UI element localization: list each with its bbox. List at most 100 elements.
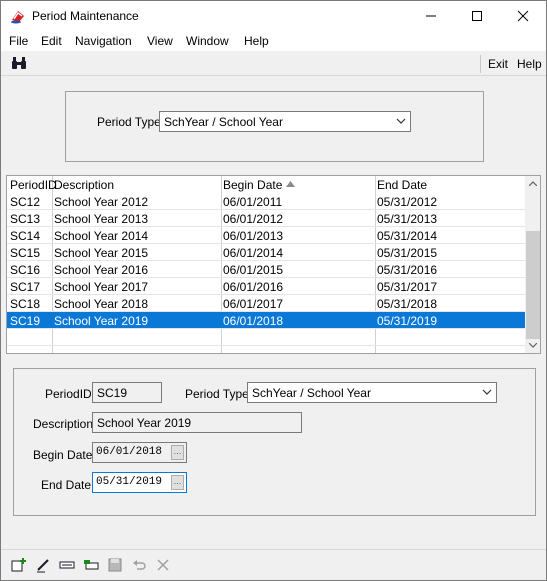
cell-periodid: SC12: [10, 195, 41, 209]
menu-file[interactable]: File: [9, 34, 28, 48]
begin-date-field[interactable]: 06/01/2018 ...: [92, 442, 187, 463]
cell-description: School Year 2012: [54, 195, 149, 209]
edit-pencil-icon[interactable]: [35, 557, 51, 573]
table-row[interactable]: SC13 School Year 2013 06/01/2012 05/31/2…: [7, 210, 525, 227]
cell-description: School Year 2019: [54, 314, 149, 328]
period-type-value: SchYear / School Year: [252, 386, 371, 400]
cell-description: School Year 2018: [54, 297, 149, 311]
header-end-date[interactable]: End Date: [377, 178, 427, 192]
table-row[interactable]: SC17 School Year 2017 06/01/2016 05/31/2…: [7, 278, 525, 295]
chevron-down-icon: [482, 389, 492, 395]
list-view-icon[interactable]: [59, 557, 75, 573]
copy-record-icon[interactable]: [83, 557, 99, 573]
cell-begin-date: 06/01/2011: [223, 195, 283, 209]
cell-periodid: SC13: [10, 212, 41, 226]
cell-end-date: 05/31/2017: [377, 280, 438, 294]
period-type-select[interactable]: SchYear / School Year: [247, 382, 497, 403]
title-bar: Period Maintenance: [1, 1, 546, 31]
menu-view[interactable]: View: [147, 34, 173, 48]
periods-grid: PeriodID Description Begin Date End Date…: [6, 175, 541, 354]
binoculars-icon[interactable]: [11, 56, 27, 70]
end-date-label: End Date:: [41, 478, 95, 492]
cell-begin-date: 06/01/2014: [223, 246, 284, 260]
maximize-button[interactable]: [454, 1, 500, 31]
period-type-filter-value: SchYear / School Year: [164, 115, 283, 129]
cell-end-date: 05/31/2014: [377, 229, 438, 243]
header-begin-date[interactable]: Begin Date: [223, 178, 282, 192]
chevron-down-icon: [396, 118, 406, 124]
undo-icon[interactable]: [131, 557, 147, 573]
scroll-down-icon[interactable]: [529, 343, 537, 348]
menu-bar: File Edit Navigation View Window Help: [1, 31, 546, 51]
grid-scrollbar[interactable]: [525, 176, 540, 353]
header-periodid[interactable]: PeriodID: [10, 178, 57, 192]
minimize-icon: [426, 15, 436, 17]
cell-end-date: 05/31/2013: [377, 212, 438, 226]
cell-begin-date: 06/01/2017: [223, 297, 284, 311]
description-field[interactable]: School Year 2019: [92, 412, 302, 433]
menu-navigation[interactable]: Navigation: [75, 34, 132, 48]
begin-date-value: 06/01/2018: [96, 446, 163, 458]
save-icon[interactable]: [107, 557, 123, 573]
close-button[interactable]: [500, 1, 546, 31]
period-id-label: PeriodID:: [45, 387, 96, 401]
sort-ascending-icon: [286, 181, 295, 187]
menu-help[interactable]: Help: [244, 34, 269, 48]
period-maintenance-window: Period Maintenance File Edit Navigation …: [0, 0, 547, 581]
filter-group: Period Type: SchYear / School Year: [65, 91, 484, 162]
period-id-field[interactable]: SC19: [92, 382, 162, 403]
add-record-icon[interactable]: [11, 557, 27, 573]
period-type-label: Period Type:: [185, 387, 253, 401]
cell-periodid: SC16: [10, 263, 41, 277]
table-row-selected[interactable]: SC19 School Year 2019 06/01/2018 05/31/2…: [7, 312, 525, 329]
menu-edit[interactable]: Edit: [41, 34, 62, 48]
table-row[interactable]: SC12 School Year 2012 06/01/2011 05/31/2…: [7, 193, 525, 210]
header-description[interactable]: Description: [54, 178, 114, 192]
cell-begin-date: 06/01/2016: [223, 280, 284, 294]
cell-description: School Year 2016: [54, 263, 149, 277]
bottom-toolbar: [1, 549, 546, 580]
table-row[interactable]: SC18 School Year 2018 06/01/2017 05/31/2…: [7, 295, 525, 312]
cell-periodid: SC17: [10, 280, 41, 294]
cell-begin-date: 06/01/2018: [223, 314, 284, 328]
delete-icon[interactable]: [155, 557, 171, 573]
cell-description: School Year 2014: [54, 229, 149, 243]
detail-form: PeriodID: SC19 Period Type: SchYear / Sc…: [13, 368, 536, 516]
cell-description: School Year 2015: [54, 246, 149, 260]
end-date-field[interactable]: 05/31/2019 ...: [92, 472, 187, 493]
begin-date-picker-button[interactable]: ...: [171, 445, 184, 460]
maximize-icon: [472, 11, 482, 21]
grid-body: PeriodID Description Begin Date End Date…: [7, 176, 525, 353]
minimize-button[interactable]: [408, 1, 454, 31]
table-row[interactable]: SC15 School Year 2015 06/01/2014 05/31/2…: [7, 244, 525, 261]
scroll-up-icon[interactable]: [529, 181, 537, 186]
exit-button[interactable]: Exit: [488, 57, 508, 71]
cell-end-date: 05/31/2016: [377, 263, 438, 277]
close-icon: [517, 10, 529, 22]
cell-periodid: SC19: [10, 314, 41, 328]
table-row[interactable]: SC14 School Year 2014 06/01/2013 05/31/2…: [7, 227, 525, 244]
end-date-picker-button[interactable]: ...: [171, 475, 184, 490]
table-row[interactable]: SC16 School Year 2016 06/01/2015 05/31/2…: [7, 261, 525, 278]
description-label: Description:: [33, 417, 97, 431]
cell-end-date: 05/31/2018: [377, 297, 438, 311]
cell-begin-date: 06/01/2012: [223, 212, 284, 226]
period-id-value: SC19: [97, 386, 128, 400]
grid-header: PeriodID Description Begin Date End Date: [7, 176, 525, 193]
period-type-filter-label: Period Type:: [97, 115, 165, 129]
cell-description: School Year 2017: [54, 280, 149, 294]
table-row-empty[interactable]: [7, 329, 525, 346]
cell-end-date: 05/31/2012: [377, 195, 438, 209]
scroll-thumb[interactable]: [526, 231, 540, 339]
begin-date-label: Begin Date:: [33, 448, 96, 462]
app-icon: [11, 11, 24, 24]
cell-begin-date: 06/01/2013: [223, 229, 284, 243]
cell-begin-date: 06/01/2015: [223, 263, 284, 277]
top-toolbar: Exit Help: [1, 52, 546, 76]
cell-end-date: 05/31/2015: [377, 246, 438, 260]
period-type-filter-select[interactable]: SchYear / School Year: [159, 111, 411, 132]
help-button[interactable]: Help: [517, 57, 542, 71]
toolbar-separator: [480, 55, 481, 73]
menu-window[interactable]: Window: [186, 34, 229, 48]
end-date-value: 05/31/2019: [96, 476, 163, 488]
